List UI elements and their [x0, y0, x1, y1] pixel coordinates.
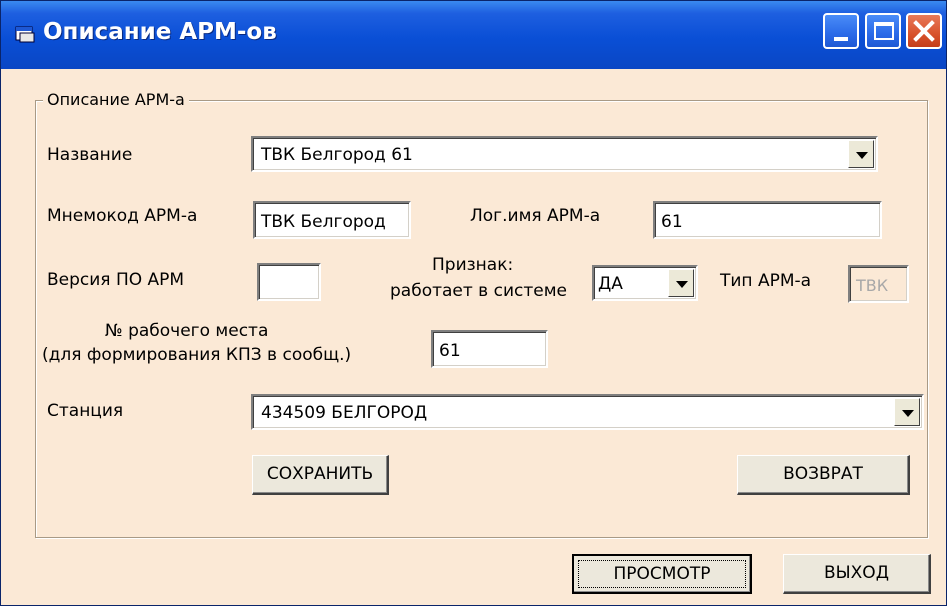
title-bar[interactable]: Описание АРМ-ов [1, 1, 946, 69]
version-label: Версия ПО АРМ [47, 270, 185, 290]
window-app-icon [15, 26, 35, 43]
exit-button[interactable]: ВЫХОД [783, 554, 931, 594]
group-legend: Описание АРМ-а [43, 90, 189, 109]
station-combo[interactable]: 434509 БЕЛГОРОД [251, 394, 924, 430]
save-button[interactable]: СОХРАНИТЬ [252, 455, 389, 495]
minimize-button[interactable] [823, 13, 859, 49]
maximize-icon [874, 22, 894, 40]
name-label: Название [47, 145, 133, 165]
type-field: ТВК [848, 265, 909, 303]
maximize-button[interactable] [865, 13, 901, 49]
workplace-label-line2: (для формирования КПЗ в сообщ.) [42, 345, 352, 365]
logname-label: Лог.имя АРМ-а [470, 206, 601, 226]
station-combo-value: 434509 БЕЛГОРОД [261, 403, 428, 423]
name-combo[interactable]: ТВК Белгород 61 [251, 136, 878, 172]
window-title: Описание АРМ-ов [43, 19, 277, 45]
logname-field[interactable]: 61 [653, 201, 882, 239]
version-field[interactable] [257, 263, 321, 301]
close-button[interactable] [906, 13, 942, 49]
chevron-down-icon[interactable] [894, 398, 920, 426]
main-window: Описание АРМ-ов Описание АРМ-а Название … [0, 0, 947, 606]
chevron-down-icon[interactable] [848, 140, 874, 168]
view-button[interactable]: ПРОСМОТР [572, 554, 752, 594]
flag-combo[interactable]: ДА [592, 265, 698, 301]
type-label: Тип АРМ-а [720, 271, 812, 291]
minimize-icon [834, 37, 848, 41]
focus-rect [578, 560, 746, 588]
flag-label-line2: работает в системе [390, 281, 567, 301]
mnemo-field[interactable]: ТВК Белгород [253, 201, 411, 239]
station-label: Станция [47, 401, 124, 421]
mnemo-label: Мнемокод АРМ-а [47, 206, 198, 226]
chevron-down-icon[interactable] [668, 269, 694, 297]
flag-combo-value: ДА [598, 274, 623, 294]
close-icon [913, 20, 935, 42]
flag-label-line1: Признак: [432, 255, 514, 275]
name-combo-value: ТВК Белгород 61 [261, 145, 413, 165]
back-button[interactable]: ВОЗВРАТ [737, 455, 910, 495]
workplace-field[interactable]: 61 [431, 330, 548, 368]
workplace-label-line1: № рабочего места [105, 321, 269, 341]
